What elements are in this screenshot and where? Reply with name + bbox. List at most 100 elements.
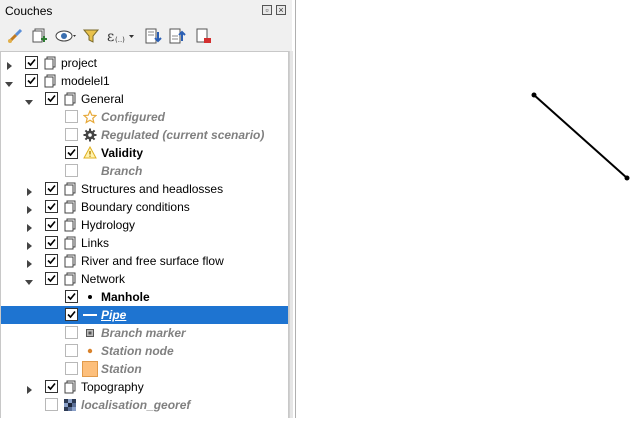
map-canvas[interactable] [295,0,644,418]
expand-arrow-right-icon[interactable] [25,221,33,232]
layer-tree-row[interactable]: Configured [1,108,288,126]
layer-tree-row[interactable]: Validity [1,144,288,162]
expand-arrow-down-icon[interactable] [5,77,13,87]
layer-tree-row[interactable]: Hydrology [1,216,288,234]
star-icon [82,109,98,125]
group-icon [62,379,78,395]
float-panel-button[interactable]: ▫ [262,5,272,15]
layer-label: River and free surface flow [81,254,224,268]
layer-tree-row[interactable]: Manhole [1,288,288,306]
expression-filter-icon: ε (..) [107,29,134,45]
layer-visibility-checkbox[interactable] [65,344,78,357]
gear-icon [82,127,98,143]
collapse-all-button[interactable] [166,25,188,47]
layer-tree-row[interactable]: Branch [1,162,288,180]
layer-visibility-checkbox[interactable] [45,380,58,393]
layer-label: Pipe [101,308,127,322]
group-icon [42,73,58,89]
expand-arrow-down-icon[interactable] [25,95,33,105]
layer-visibility-checkbox[interactable] [65,110,78,123]
layer-tree-row[interactable]: Topography [1,378,288,396]
layer-tree-row[interactable]: Links [1,234,288,252]
visibility-icon [55,30,76,42]
expand-all-button[interactable] [142,25,164,47]
layer-label: Configured [101,110,165,124]
group-icon [62,91,78,107]
raster-icon [62,397,78,413]
layers-toolbar: ε (..) [0,22,292,50]
expand-all-icon [145,28,162,44]
filter-button[interactable] [80,25,102,47]
expand-arrow-right-icon[interactable] [25,257,33,268]
layer-visibility-checkbox[interactable] [45,254,58,267]
visibility-button[interactable] [54,25,80,47]
expand-arrow-right-icon[interactable] [25,185,33,196]
layer-visibility-checkbox[interactable] [65,128,78,141]
expand-arrow-right-icon[interactable] [25,383,33,394]
expression-filter-button[interactable]: ε (..) [104,25,138,47]
layer-tree-row[interactable]: Boundary conditions [1,198,288,216]
layer-tree-row[interactable]: project [1,54,288,72]
expand-arrow-right-icon[interactable] [25,203,33,214]
layer-visibility-checkbox[interactable] [65,164,78,177]
layer-visibility-checkbox[interactable] [45,182,58,195]
layer-label: General [81,92,124,106]
layer-tree-row[interactable]: localisation_georef [1,396,288,414]
expand-arrow-right-icon[interactable] [5,59,13,70]
group-icon [62,217,78,233]
add-group-icon [32,28,47,43]
layer-tree[interactable]: project modelel1 General Configured Regulate… [0,51,289,418]
layer-tree-row[interactable]: Branch marker [1,324,288,342]
layer-visibility-checkbox[interactable] [65,146,78,159]
layer-tree-row[interactable]: River and free surface flow [1,252,288,270]
style-manager-button[interactable] [4,25,26,47]
panel-title: Couches [5,4,53,18]
dot-icon [82,289,98,305]
layer-label: Boundary conditions [81,200,190,214]
layer-visibility-checkbox[interactable] [45,200,58,213]
group-icon [62,181,78,197]
filter-icon [82,29,100,43]
layer-visibility-checkbox[interactable] [65,326,78,339]
pipe-feature[interactable] [533,94,628,179]
svg-text:(..): (..) [115,36,125,44]
layer-tree-row[interactable]: Network [1,270,288,288]
layer-tree-row[interactable]: Structures and headlosses [1,180,288,198]
layer-tree-row[interactable]: Station [1,360,288,378]
map-view [531,92,630,181]
manhole-feature[interactable] [624,175,630,181]
layer-visibility-checkbox[interactable] [45,218,58,231]
layer-label: Links [81,236,110,250]
group-icon [62,253,78,269]
layer-label: Branch marker [101,326,186,340]
layer-visibility-checkbox[interactable] [45,398,58,411]
layer-label: Structures and headlosses [81,182,224,196]
svg-text:ε: ε [107,29,114,45]
close-panel-button[interactable]: × [276,5,286,15]
layer-visibility-checkbox[interactable] [45,92,58,105]
expand-arrow-down-icon[interactable] [25,275,33,285]
layer-visibility-checkbox[interactable] [25,56,38,69]
remove-layer-icon [196,28,211,43]
add-group-button[interactable] [28,25,50,47]
layer-label: Topography [81,380,144,394]
layer-tree-row[interactable]: Station node [1,342,288,360]
layer-tree-row[interactable]: General [1,90,288,108]
layer-visibility-checkbox[interactable] [45,272,58,285]
layer-visibility-checkbox[interactable] [65,362,78,375]
layer-label: Branch [101,164,143,178]
tree-scrollbar[interactable] [289,51,293,418]
line-icon [82,307,98,323]
layer-tree-row[interactable]: Regulated (current scenario) [1,126,288,144]
layer-tree-row[interactable]: modelel1 [1,72,288,90]
remove-layer-button[interactable] [192,25,214,47]
layer-visibility-checkbox[interactable] [25,74,38,87]
layer-label: Station node [101,344,174,358]
layer-visibility-checkbox[interactable] [45,236,58,249]
layer-visibility-checkbox[interactable] [65,290,78,303]
manhole-feature[interactable] [531,92,537,98]
layer-visibility-checkbox[interactable] [65,308,78,321]
panel-titlebar: Couches ▫ × [0,0,292,22]
expand-arrow-right-icon[interactable] [25,239,33,250]
layer-tree-row[interactable]: Pipe [1,306,288,324]
